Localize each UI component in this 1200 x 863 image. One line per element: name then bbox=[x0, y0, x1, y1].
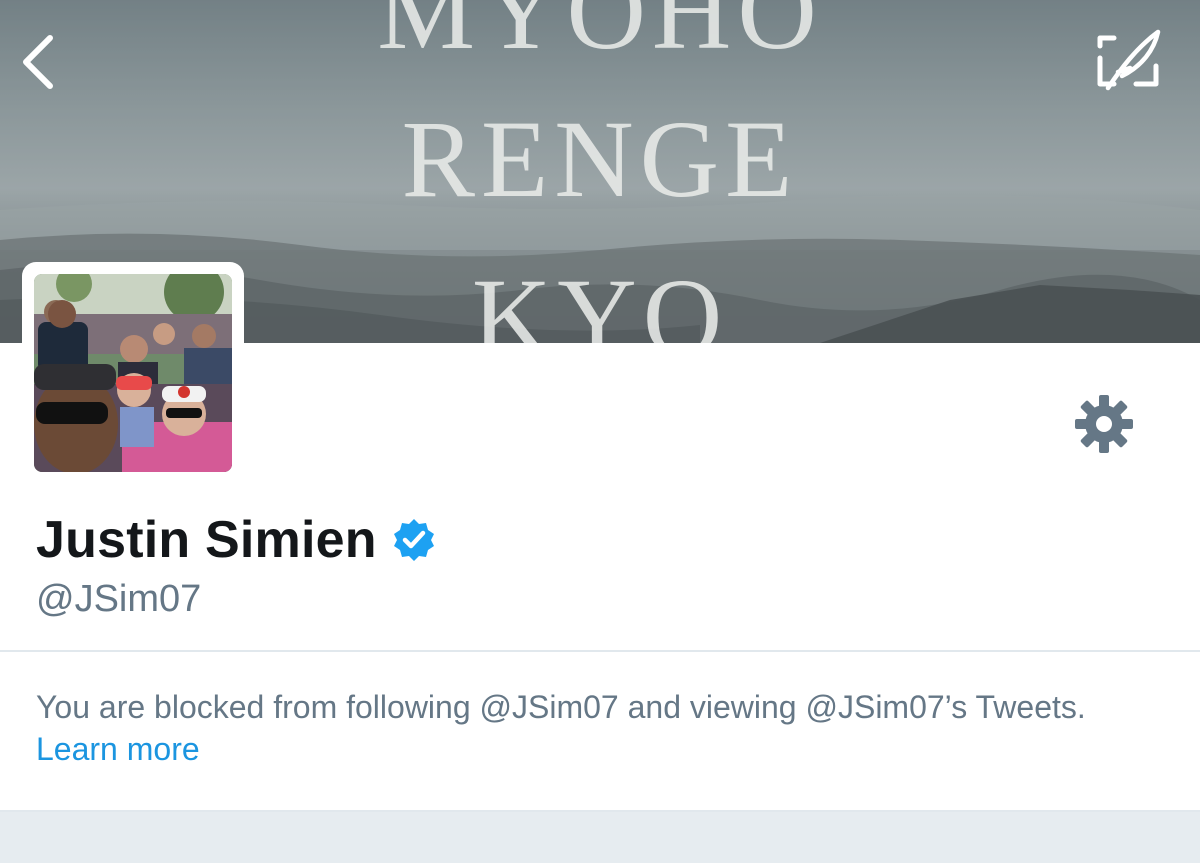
blocked-notice: You are blocked from following @JSim07 a… bbox=[36, 686, 1166, 770]
chevron-left-icon bbox=[23, 35, 53, 89]
compose-quill-icon bbox=[1097, 29, 1161, 91]
display-name: Justin Simien bbox=[36, 511, 377, 569]
compose-button[interactable] bbox=[1092, 28, 1164, 96]
banner-text-line-1: MYOHO bbox=[377, 0, 823, 72]
settings-button[interactable] bbox=[1072, 392, 1136, 456]
gear-icon bbox=[1075, 395, 1133, 453]
verified-badge-icon bbox=[393, 519, 434, 561]
avatar-photo bbox=[34, 274, 232, 472]
banner-text-line-2: RENGE bbox=[401, 98, 799, 220]
blocked-notice-text: You are blocked from following @JSim07 a… bbox=[36, 689, 1086, 725]
learn-more-link[interactable]: Learn more bbox=[36, 731, 200, 767]
profile-avatar[interactable] bbox=[22, 262, 244, 484]
timeline-background bbox=[0, 812, 1200, 863]
profile-handle: @JSim07 bbox=[36, 578, 202, 620]
profile-name-row: Justin Simien bbox=[36, 510, 437, 570]
section-divider bbox=[0, 650, 1200, 652]
back-button[interactable] bbox=[14, 30, 64, 94]
